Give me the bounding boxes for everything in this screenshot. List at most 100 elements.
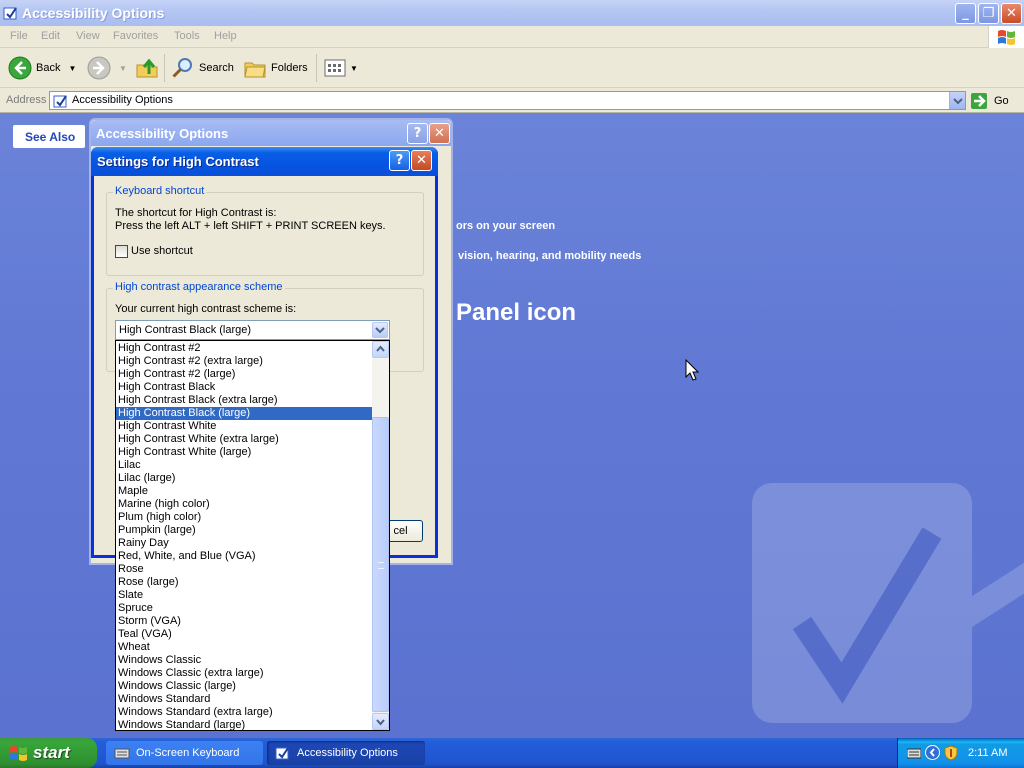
- chevron-down-icon: [376, 719, 385, 726]
- chevron-down-icon: [953, 98, 963, 105]
- scheme-option[interactable]: Rainy Day: [116, 537, 374, 550]
- windows-logo-icon: [988, 26, 1024, 48]
- close-button[interactable]: ✕: [411, 150, 432, 171]
- scheme-option[interactable]: Windows Classic: [116, 654, 374, 667]
- scheme-option[interactable]: Plum (high color): [116, 511, 374, 524]
- mouse-cursor-icon: [685, 359, 699, 381]
- menu-tools[interactable]: Tools: [174, 30, 200, 42]
- help-button[interactable]: ?: [389, 150, 410, 171]
- task-on-screen-keyboard-label: On-Screen Keyboard: [136, 747, 240, 759]
- use-shortcut-label[interactable]: Use shortcut: [131, 245, 193, 257]
- scheme-option[interactable]: Windows Classic (extra large): [116, 667, 374, 680]
- scheme-option[interactable]: Storm (VGA): [116, 615, 374, 628]
- maximize-button[interactable]: ❐: [978, 3, 999, 24]
- high-contrast-titlebar[interactable]: Settings for High Contrast ? ✕: [91, 147, 438, 176]
- scheme-option[interactable]: Windows Standard (extra large): [116, 706, 374, 719]
- window-titlebar[interactable]: Accessibility Options _ ❐ ✕: [0, 0, 1024, 26]
- see-also-panel[interactable]: See Also: [13, 125, 85, 148]
- scheme-option[interactable]: Spruce: [116, 602, 374, 615]
- chevron-left-icon[interactable]: [925, 745, 940, 760]
- back-dropdown-icon[interactable]: ▼: [68, 64, 76, 73]
- keyboard-shortcut-group: Keyboard shortcut: [106, 185, 424, 276]
- scheme-option[interactable]: Wheat: [116, 641, 374, 654]
- appearance-scheme-legend: High contrast appearance scheme: [113, 281, 285, 293]
- forward-dropdown-icon[interactable]: ▼: [119, 64, 127, 73]
- task-line-needs[interactable]: vision, hearing, and mobility needs: [458, 250, 641, 262]
- go-arrow-icon: [971, 92, 987, 109]
- folders-button[interactable]: Folders: [243, 54, 308, 82]
- address-dropdown-button[interactable]: [949, 92, 965, 109]
- chevron-up-icon: [376, 345, 385, 352]
- scheme-option[interactable]: Rose: [116, 563, 374, 576]
- menu-favorites[interactable]: Favorites: [113, 30, 158, 42]
- scheme-dropdown-button[interactable]: [372, 322, 388, 338]
- scheme-option[interactable]: High Contrast #2 (large): [116, 368, 374, 381]
- back-button[interactable]: Back ▼: [8, 54, 76, 82]
- scheme-option[interactable]: Windows Standard: [116, 693, 374, 706]
- close-button[interactable]: ✕: [1001, 3, 1022, 24]
- back-label: Back: [36, 62, 61, 74]
- scheme-option[interactable]: Rose (large): [116, 576, 374, 589]
- go-label: Go: [994, 94, 1009, 107]
- window-title: Accessibility Options: [22, 5, 165, 21]
- scheme-option[interactable]: High Contrast White: [116, 420, 374, 433]
- scheme-dropdown-list[interactable]: High Contrast #2 High Contrast #2 (extra …: [115, 340, 390, 731]
- scheme-option[interactable]: High Contrast Black (extra large): [116, 394, 374, 407]
- keyboard-tray-icon[interactable]: [907, 747, 921, 759]
- accessibility-options-titlebar[interactable]: Accessibility Options ? ✕: [91, 120, 451, 146]
- menu-help[interactable]: Help: [214, 30, 237, 42]
- list-scrollbar[interactable]: [372, 341, 389, 730]
- accessibility-options-icon: [275, 747, 289, 760]
- forward-arrow-icon: [87, 56, 111, 80]
- scheme-combobox[interactable]: High Contrast Black (large): [115, 320, 390, 340]
- scroll-thumb[interactable]: [372, 417, 389, 712]
- search-icon: [172, 58, 192, 78]
- taskbar: start On-Screen Keyboard Accessibility O…: [0, 738, 1024, 768]
- security-shield-icon[interactable]: [944, 745, 958, 761]
- scheme-option[interactable]: Maple: [116, 485, 374, 498]
- up-folder-button[interactable]: [135, 54, 159, 82]
- menu-edit[interactable]: Edit: [41, 30, 60, 42]
- minimize-button[interactable]: _: [955, 3, 976, 24]
- task-line-colors[interactable]: ors on your screen: [456, 220, 555, 232]
- scheme-option[interactable]: Windows Standard (large): [116, 719, 374, 732]
- menu-file[interactable]: File: [10, 30, 28, 42]
- scroll-down-button[interactable]: [372, 713, 389, 730]
- go-button[interactable]: Go: [970, 91, 1009, 110]
- scheme-option[interactable]: High Contrast #2 (extra large): [116, 355, 374, 368]
- scheme-option[interactable]: Lilac (large): [116, 472, 374, 485]
- use-shortcut-checkbox[interactable]: [115, 245, 128, 258]
- start-button[interactable]: start: [0, 738, 97, 768]
- folders-label: Folders: [271, 62, 308, 74]
- scheme-option[interactable]: High Contrast #2: [116, 342, 374, 355]
- views-button[interactable]: ▼: [324, 54, 358, 82]
- search-button[interactable]: Search: [171, 54, 234, 82]
- scheme-option[interactable]: High Contrast Black (large): [116, 407, 374, 420]
- address-value: Accessibility Options: [72, 94, 173, 106]
- task-on-screen-keyboard[interactable]: On-Screen Keyboard: [106, 741, 263, 765]
- menu-view[interactable]: View: [76, 30, 100, 42]
- scheme-option[interactable]: Slate: [116, 589, 374, 602]
- help-button[interactable]: ?: [407, 123, 428, 144]
- scheme-combobox-value: High Contrast Black (large): [119, 324, 252, 336]
- scheme-option[interactable]: High Contrast Black: [116, 381, 374, 394]
- folders-icon: [244, 62, 266, 78]
- keyboard-shortcut-legend: Keyboard shortcut: [113, 185, 207, 197]
- scheme-option[interactable]: Windows Classic (large): [116, 680, 374, 693]
- forward-button[interactable]: ▼: [87, 54, 127, 82]
- scroll-up-button[interactable]: [372, 341, 389, 358]
- windows-logo-icon: [10, 746, 27, 761]
- accessibility-folder-icon: [3, 7, 17, 20]
- scheme-option[interactable]: Marine (high color): [116, 498, 374, 511]
- scheme-option[interactable]: Pumpkin (large): [116, 524, 374, 537]
- close-button[interactable]: ✕: [429, 123, 450, 144]
- address-field[interactable]: Accessibility Options: [49, 91, 966, 110]
- scheme-option[interactable]: High Contrast White (large): [116, 446, 374, 459]
- scheme-option[interactable]: Lilac: [116, 459, 374, 472]
- clock: 2:11 AM: [968, 747, 1008, 759]
- scheme-option[interactable]: High Contrast White (extra large): [116, 433, 374, 446]
- system-tray: 2:11 AM: [897, 738, 1024, 768]
- scheme-option[interactable]: Red, White, and Blue (VGA): [116, 550, 374, 563]
- scheme-option[interactable]: Teal (VGA): [116, 628, 374, 641]
- task-accessibility-options[interactable]: Accessibility Options: [267, 741, 425, 765]
